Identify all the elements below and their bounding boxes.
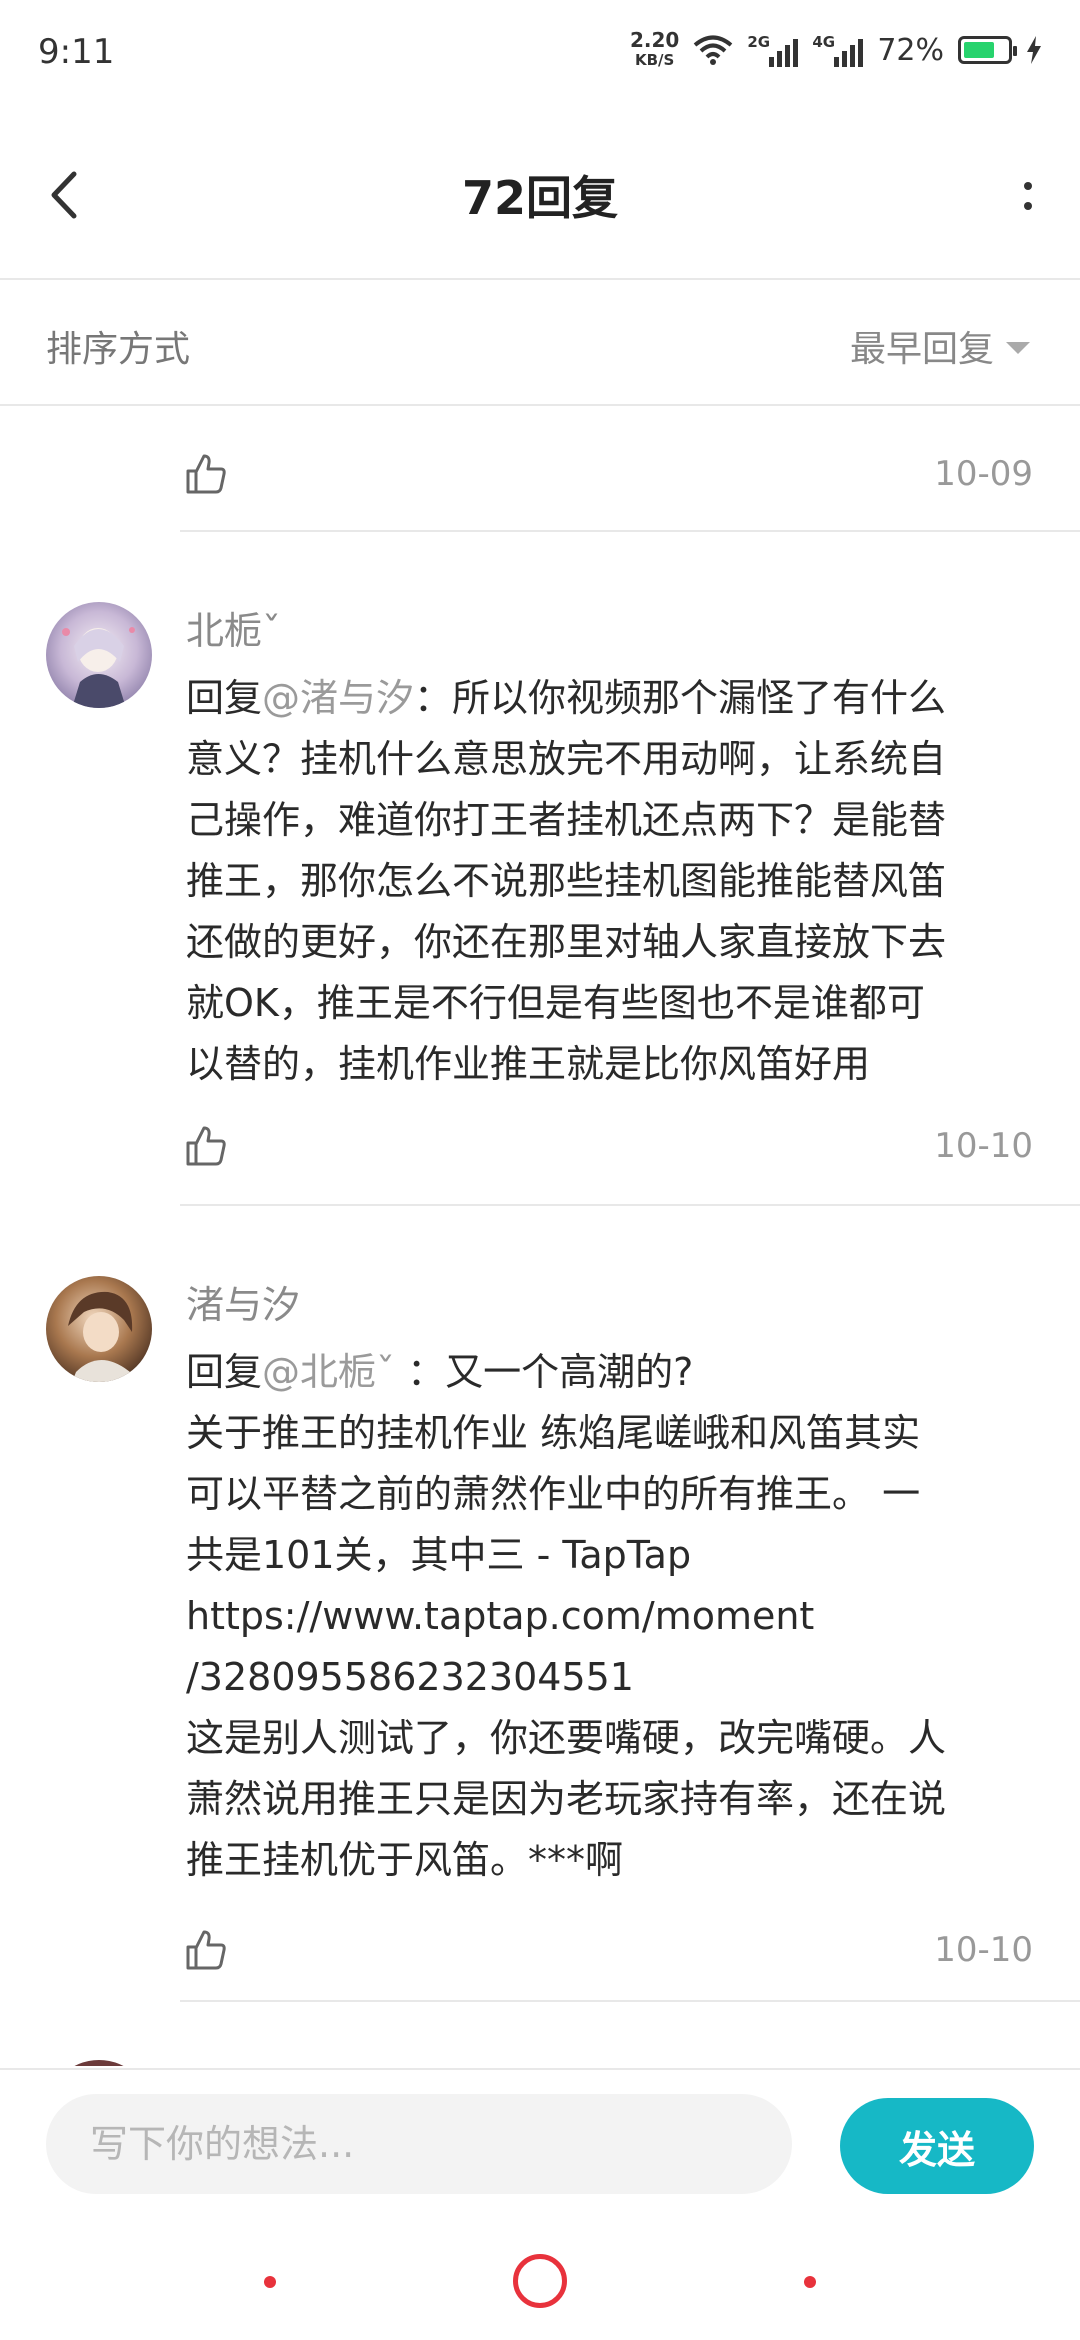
wifi-icon <box>694 35 733 65</box>
reply-item: 渚与汐 回复@北栀ˇ ：又一个高潮的? 关于推王的挂机作业 练焰尾嵯峨和风笛其实… <box>0 1206 1080 1970</box>
reply-author[interactable]: 渚与汐 <box>186 1274 300 1329</box>
comment-composer: 发送 <box>0 2068 1080 2220</box>
signal-icon: 4G <box>812 33 864 67</box>
battery-icon <box>958 36 1017 64</box>
back-nav-button[interactable] <box>804 2276 816 2288</box>
reply-line: 萧然说用推王只是因为老玩家持有率，还在说 <box>186 1777 947 1821</box>
reply-line: 这是别人测试了，你还要嘴硬，改完嘴硬。人 <box>186 1716 947 1760</box>
thumbs-up-icon <box>186 454 226 494</box>
home-nav-button[interactable] <box>513 2254 567 2308</box>
reply-link[interactable]: https://www.taptap.com/moment <box>186 1586 1036 1647</box>
reply-prefix: 回复 <box>186 676 263 720</box>
reply-line: 还做的更好，你还在那里对轴人家直接放下去 <box>186 920 947 964</box>
mention-link[interactable]: @北栀ˇ <box>262 1350 395 1394</box>
reply-list: 10-09 北栀ˇ 回复@渚与汐：所以你视频那个漏怪了有什么 意义？挂机什么意思… <box>0 406 1080 2066</box>
battery-percent: 72% <box>877 32 944 68</box>
reply-line: 意义？挂机什么意思放完不用动啊，让系统自 <box>186 737 947 781</box>
thumbs-up-icon <box>186 1126 226 1166</box>
comment-input[interactable] <box>46 2094 792 2194</box>
status-time: 9:11 <box>38 32 115 72</box>
sort-dropdown[interactable]: 最早回复 <box>850 320 1030 372</box>
reply-content: 回复@北栀ˇ ：又一个高潮的? 关于推王的挂机作业 练焰尾嵯峨和风笛其实 可以平… <box>186 1342 1036 1891</box>
status-bar: 9:11 2.20 KB/S 2G 4G 72% <box>0 0 1080 112</box>
reply-line: 己操作，难道你打王者挂机还点两下？是能替 <box>186 798 947 842</box>
status-icons: 2.20 KB/S 2G 4G 72% <box>630 30 1042 70</box>
reply-item: 北栀ˇ 回复@渚与汐：所以你视频那个漏怪了有什么 意义？挂机什么意思放完不用动啊… <box>0 532 1080 1166</box>
avatar[interactable] <box>46 1276 152 1382</box>
sim1-tag: 2G <box>747 33 771 51</box>
divider <box>180 2000 1080 2002</box>
page-title: 72回复 <box>461 171 618 225</box>
reply-line: 关于推王的挂机作业 练焰尾嵯峨和风笛其实 <box>186 1411 921 1455</box>
caret-down-icon <box>1006 342 1030 354</box>
reply-author[interactable]: 北栀ˇ <box>186 600 281 655</box>
reply-date: 10-10 <box>934 1930 1033 1970</box>
reply-line: 可以平替之前的萧然作业中的所有推王。 一 <box>186 1472 921 1516</box>
reply-line: 推王挂机优于风笛。***啊 <box>186 1838 624 1882</box>
top-app-bar: 72回复 <box>0 112 1080 280</box>
like-button[interactable] <box>184 452 228 496</box>
thumbs-up-icon <box>186 1930 226 1970</box>
reply-line: ：又一个高潮的? <box>395 1350 694 1394</box>
signal-icon: 2G <box>747 33 799 67</box>
charging-icon <box>1027 36 1041 64</box>
reply-date: 10-10 <box>934 1126 1033 1166</box>
reply-line: 共是101关，其中三 - TapTap <box>186 1533 692 1577</box>
reply-line: 就OK，推王是不行但是有些图也不是谁都可 <box>186 981 925 1025</box>
reply-line: 以替的，挂机作业推王就是比你风笛好用 <box>186 1042 871 1086</box>
reply-prefix: 回复 <box>186 1350 263 1394</box>
system-nav-bar <box>0 2220 1080 2340</box>
more-options-button[interactable] <box>1006 166 1050 226</box>
avatar[interactable] <box>46 2060 152 2066</box>
sort-selected-value: 最早回复 <box>849 329 994 370</box>
mention-link[interactable]: @渚与汐 <box>262 676 414 720</box>
sort-label: 排序方式 <box>46 329 191 370</box>
network-speed: 2.20 KB/S <box>630 30 679 70</box>
reply-item: 10-09 <box>0 406 1080 530</box>
reply-date: 10-09 <box>934 454 1033 494</box>
battery-fill <box>964 42 995 58</box>
like-button[interactable] <box>184 1928 228 1972</box>
like-button[interactable] <box>184 1124 228 1168</box>
avatar-image <box>46 1276 152 1382</box>
reply-line: ：所以你视频那个漏怪了有什么 <box>414 676 947 720</box>
network-speed-value: 2.20 <box>629 28 680 52</box>
network-speed-unit: KB/S <box>634 51 675 69</box>
more-vertical-icon <box>1024 182 1032 190</box>
sort-bar: 排序方式 最早回复 <box>0 280 1080 406</box>
menu-nav-button[interactable] <box>264 2276 276 2288</box>
send-button[interactable]: 发送 <box>840 2098 1034 2194</box>
reply-line: 推王，那你怎么不说那些挂机图能推能替风笛 <box>186 859 947 903</box>
avatar-image <box>46 602 152 708</box>
reply-link[interactable]: /328095586232304551 <box>186 1647 1036 1708</box>
reply-content: 回复@渚与汐：所以你视频那个漏怪了有什么 意义？挂机什么意思放完不用动啊，让系统… <box>186 668 1036 1095</box>
avatar[interactable] <box>46 602 152 708</box>
sim2-tag: 4G <box>812 33 836 51</box>
